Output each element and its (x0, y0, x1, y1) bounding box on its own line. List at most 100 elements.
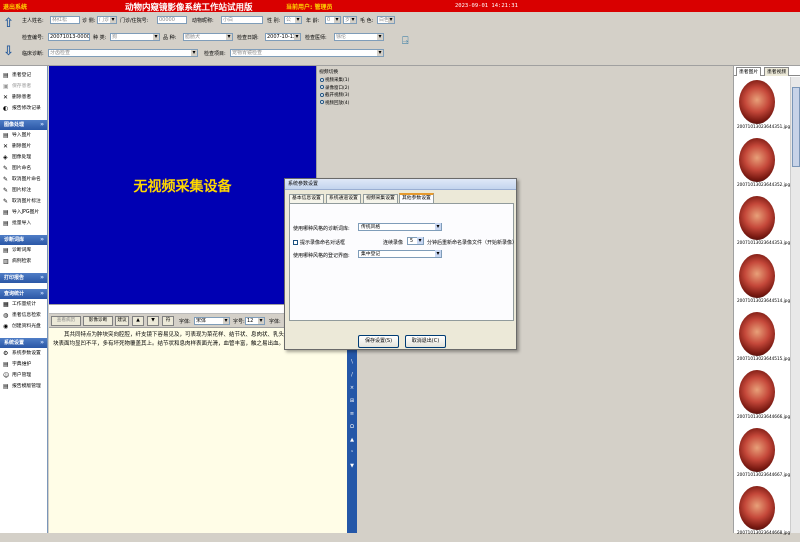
sidebar-item[interactable]: ▤ 字典维护 (0, 359, 47, 370)
species-select[interactable]: 狗 (110, 33, 160, 41)
thumbnail-item[interactable]: 20071013023644515.jpg (737, 312, 790, 368)
sidebar-item[interactable]: ▣ 保存患者 (0, 81, 47, 92)
format-tool-button[interactable]: ▼ (347, 460, 357, 473)
sidebar-item[interactable]: ▤ 批量导入 (0, 218, 47, 229)
size-select[interactable]: 12 (245, 317, 265, 325)
sidebar-item[interactable]: ▤ 导入图片 (0, 130, 47, 141)
font-select[interactable]: 宋体 (194, 317, 230, 325)
record-name-checkbox[interactable] (293, 240, 298, 245)
view-history-button[interactable]: 查看病历 (51, 316, 81, 326)
endoscope-image[interactable] (739, 254, 775, 298)
thumbnail-item[interactable]: 20071013023644352.jpg (737, 138, 790, 194)
sidebar-item[interactable]: ✎ 图片标注 (0, 185, 47, 196)
video-switch-option[interactable]: 视频回放(4) (317, 100, 357, 108)
radio-icon[interactable] (320, 100, 324, 104)
endoscope-image[interactable] (739, 312, 775, 356)
tab-patient-videos[interactable]: 患者视频 (764, 67, 790, 76)
exam-item-select[interactable]: 宠物胃镜检查 (230, 49, 384, 57)
sidebar-item[interactable]: ✎ 图片命名 (0, 163, 47, 174)
clinical-diagnosis-select[interactable]: 牙齿检查 (48, 49, 198, 57)
format-tool-button[interactable]: / (347, 369, 357, 382)
video-switch-option[interactable]: 截开视频(3) (317, 92, 357, 100)
endoscope-image[interactable] (739, 486, 775, 530)
arrow-up-icon[interactable]: ⇧ (3, 17, 17, 31)
move-up-button[interactable]: ▲ (132, 316, 144, 326)
thumbnail-item[interactable]: 20071013023644666.jpg (737, 370, 790, 426)
age-unit-select[interactable]: 岁 (343, 16, 357, 24)
sidebar-item[interactable]: ✎ 取消图片命名 (0, 174, 47, 185)
tab-video-capture[interactable]: 视频采集设置 (363, 194, 398, 203)
sidebar-section-header[interactable]: 打印报告 (0, 273, 47, 283)
radio-icon[interactable] (320, 85, 324, 89)
sidebar-section-header[interactable]: 诊断词库 (0, 235, 47, 245)
sidebar-item[interactable]: ✕ 删除患者 (0, 92, 47, 103)
sidebar-section-header[interactable]: 系统设置 (0, 338, 47, 348)
exam-no-field[interactable]: 20071013-000001 (48, 33, 90, 41)
cancel-exit-button[interactable]: 取消退出(C) (405, 335, 446, 348)
thumbnail-item[interactable]: 20071013023644668.jpg (737, 486, 790, 542)
sidebar-section-header[interactable]: 查询统计 (0, 289, 47, 299)
thumbnail-item[interactable]: 20071013023644667.jpg (737, 428, 790, 484)
sidebar-item[interactable]: ▦ 工作量统计 (0, 299, 47, 310)
record-name-option[interactable]: 提示录像命名对话框 (293, 239, 345, 246)
thumbnail-item[interactable]: 20071013023644514.jpg (737, 254, 790, 310)
sidebar-item[interactable]: ▤ 导入JPG图片 (0, 207, 47, 218)
sidebar-item[interactable]: ▥ 病例检索 (0, 256, 47, 267)
endoscope-image[interactable] (739, 428, 775, 472)
exam-date-field[interactable]: 2007-10-13 (265, 33, 301, 41)
video-switch-option[interactable]: 视频采集(1) (317, 77, 357, 85)
record-minutes-spinner[interactable]: 5 (407, 237, 424, 245)
tab-patient-images[interactable]: 患者图片 (736, 67, 762, 76)
sidebar-item[interactable]: ◉ 创建资料光盘 (0, 321, 47, 332)
pet-name-field[interactable]: 小白 (221, 16, 263, 24)
format-tool-button[interactable]: ▲ (347, 434, 357, 447)
thumbnail-item[interactable]: 20071013023644351.jpg (737, 80, 790, 136)
format-tool-button[interactable]: × (347, 382, 357, 395)
breed-select[interactable]: 腊肠犬 (183, 33, 233, 41)
format-tool-button[interactable]: ⊞ (347, 395, 357, 408)
save-settings-button[interactable]: 保存设置(S) (358, 335, 399, 348)
exit-system-button[interactable]: 退出系统 (3, 2, 27, 11)
video-switch-option[interactable]: 录像窗口(2) (317, 85, 357, 93)
visit-type-select[interactable]: 门诊 (97, 16, 117, 24)
format-tool-button[interactable]: \ (347, 356, 357, 369)
age-select[interactable]: 0 (325, 16, 341, 24)
sidebar-item[interactable]: ✕ 删除图片 (0, 141, 47, 152)
sidebar-item[interactable]: ◈ 图像处理 (0, 152, 47, 163)
entry-style-select[interactable]: 集中登记 (358, 250, 442, 258)
endoscope-image[interactable] (739, 196, 775, 240)
format-tool-button[interactable]: ¹ (347, 447, 357, 460)
tab-basic-info[interactable]: 基本信息设置 (289, 194, 324, 203)
format-tool-button[interactable]: ≡ (347, 408, 357, 421)
endoscope-image[interactable] (739, 138, 775, 182)
thumbnail-item[interactable]: 20071013023644353.jpg (737, 196, 790, 252)
sidebar-item[interactable]: ▤ 诊断词库 (0, 245, 47, 256)
sidebar-item[interactable]: ◍ 患者信息检索 (0, 310, 47, 321)
thumbnail-scrollbar[interactable] (790, 77, 800, 533)
sidebar-item[interactable]: ▤ 患者登记 (0, 70, 47, 81)
coat-color-select[interactable]: 白色 (377, 16, 395, 24)
sidebar-item[interactable]: ▤ 报告模版管理 (0, 381, 47, 392)
radio-icon[interactable] (320, 92, 324, 97)
diag-style-select[interactable]: 传统风格 (358, 223, 442, 231)
move-down-button[interactable]: ▼ (147, 316, 159, 326)
sidebar-section-header[interactable]: 图像处理 (0, 120, 47, 130)
record-no-field[interactable]: 00000 (157, 16, 187, 24)
sidebar-item[interactable]: ☺ 用户管理 (0, 370, 47, 381)
sidebar-item[interactable]: ✎ 取消图片标注 (0, 196, 47, 207)
radio-icon[interactable] (320, 77, 324, 82)
sidebar-item[interactable]: ⚙ 系统参数设置 (0, 348, 47, 359)
endoscope-image[interactable] (739, 80, 775, 124)
endoscope-image[interactable] (739, 370, 775, 414)
sidebar-item[interactable]: ◐ 报告修改记录 (0, 103, 47, 114)
tab-system-channel[interactable]: 系统通道设置 (326, 194, 361, 203)
format-tool-button[interactable]: Ω (347, 421, 357, 434)
sex-select[interactable]: 公 (284, 16, 302, 24)
scrollbar-thumb[interactable] (792, 87, 800, 167)
exit-door-icon[interactable]: ⍈ (402, 34, 414, 48)
image-diagnosis-button[interactable]: 影像诊断 (83, 316, 113, 326)
tab-other-params[interactable]: 其他参数设置 (399, 193, 434, 203)
symbol-button[interactable]: 符 (162, 316, 174, 326)
suggestion-button[interactable]: 建议 (115, 316, 129, 326)
arrow-down-icon[interactable]: ⇩ (3, 45, 17, 59)
